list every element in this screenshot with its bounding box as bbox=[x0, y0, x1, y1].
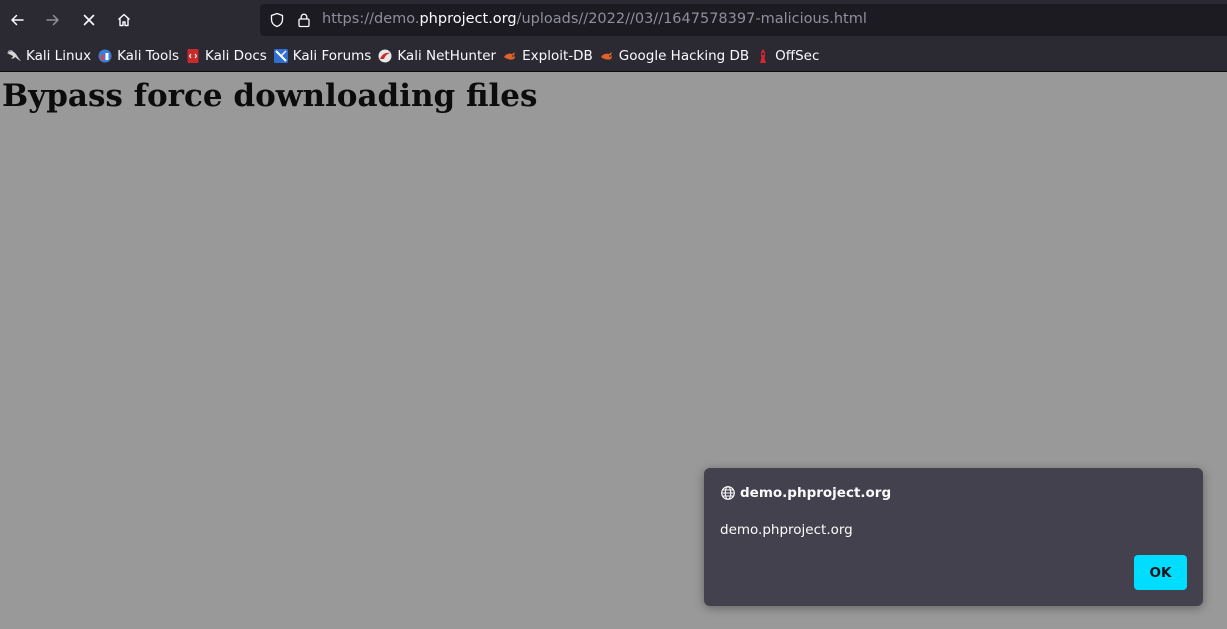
url-scheme: https:// bbox=[322, 11, 374, 27]
offsec-icon bbox=[760, 48, 767, 63]
browser-chrome: https://demo.phproject.org/uploads//2022… bbox=[0, 0, 1227, 72]
bookmark-label: Kali NetHunter bbox=[397, 47, 497, 64]
kali-tools-icon bbox=[98, 49, 112, 62]
bookmark-exploit-db[interactable]: Exploit-DB bbox=[500, 44, 597, 68]
lock-icon[interactable] bbox=[296, 12, 312, 28]
stop-button[interactable] bbox=[75, 6, 103, 34]
url-host: phproject.org bbox=[419, 11, 517, 27]
shield-icon[interactable] bbox=[269, 12, 285, 28]
bookmark-label: Kali Tools bbox=[117, 47, 179, 64]
address-bar[interactable]: https://demo.phproject.org/uploads//2022… bbox=[260, 4, 1227, 36]
bookmark-label: Kali Forums bbox=[292, 47, 372, 64]
stop-icon bbox=[83, 14, 95, 26]
url-path: /uploads//2022//03//1647578397-malicious… bbox=[516, 11, 867, 27]
back-icon bbox=[11, 14, 24, 26]
dialog-header: demo.phproject.org bbox=[720, 485, 891, 501]
exploit-db-icon bbox=[600, 51, 612, 60]
dialog-message: demo.phproject.org bbox=[720, 522, 853, 538]
bookmark-label: Kali Docs bbox=[205, 47, 267, 64]
alert-dialog: demo.phproject.org demo.phproject.org OK bbox=[704, 468, 1203, 606]
home-icon bbox=[118, 13, 130, 27]
back-button[interactable] bbox=[3, 6, 31, 34]
bookmark-label: OffSec bbox=[775, 47, 820, 64]
bookmark-google-hacking-db[interactable]: Google Hacking DB bbox=[597, 44, 753, 68]
bookmark-label: Kali Linux bbox=[26, 47, 92, 64]
url-text[interactable]: https://demo.phproject.org/uploads//2022… bbox=[322, 11, 867, 27]
bookmark-kali-forums[interactable]: Kali Forums bbox=[271, 44, 376, 68]
navigation-toolbar: https://demo.phproject.org/uploads//2022… bbox=[0, 0, 1227, 40]
forward-button[interactable] bbox=[39, 6, 67, 34]
url-subdomain: demo. bbox=[373, 11, 420, 27]
bookmark-kali-docs[interactable]: Kali Docs bbox=[183, 44, 271, 68]
kali-forums-icon bbox=[273, 48, 288, 63]
bookmarks-toolbar: Kali Linux Kali Tools Kali Docs Kali For… bbox=[0, 40, 1227, 71]
bookmark-kali-tools[interactable]: Kali Tools bbox=[95, 44, 183, 68]
kali-docs-icon bbox=[187, 48, 199, 63]
dialog-title: demo.phproject.org bbox=[740, 485, 892, 501]
exploit-db-icon bbox=[504, 51, 516, 60]
bookmark-kali-nethunter[interactable]: Kali NetHunter bbox=[375, 44, 500, 68]
page-heading: Bypass force downloading files bbox=[2, 78, 538, 114]
bookmark-label: Exploit-DB bbox=[522, 47, 593, 64]
home-button[interactable] bbox=[110, 6, 138, 34]
kali-nethunter-icon bbox=[378, 49, 392, 62]
bookmark-label: Google Hacking DB bbox=[618, 47, 750, 64]
globe-icon bbox=[721, 486, 735, 500]
ok-button[interactable]: OK bbox=[1134, 555, 1187, 590]
forward-icon bbox=[46, 14, 59, 26]
bookmark-offsec[interactable]: OffSec bbox=[753, 44, 823, 68]
kali-dragon-icon bbox=[7, 49, 21, 61]
bookmark-kali-linux[interactable]: Kali Linux bbox=[4, 44, 95, 68]
